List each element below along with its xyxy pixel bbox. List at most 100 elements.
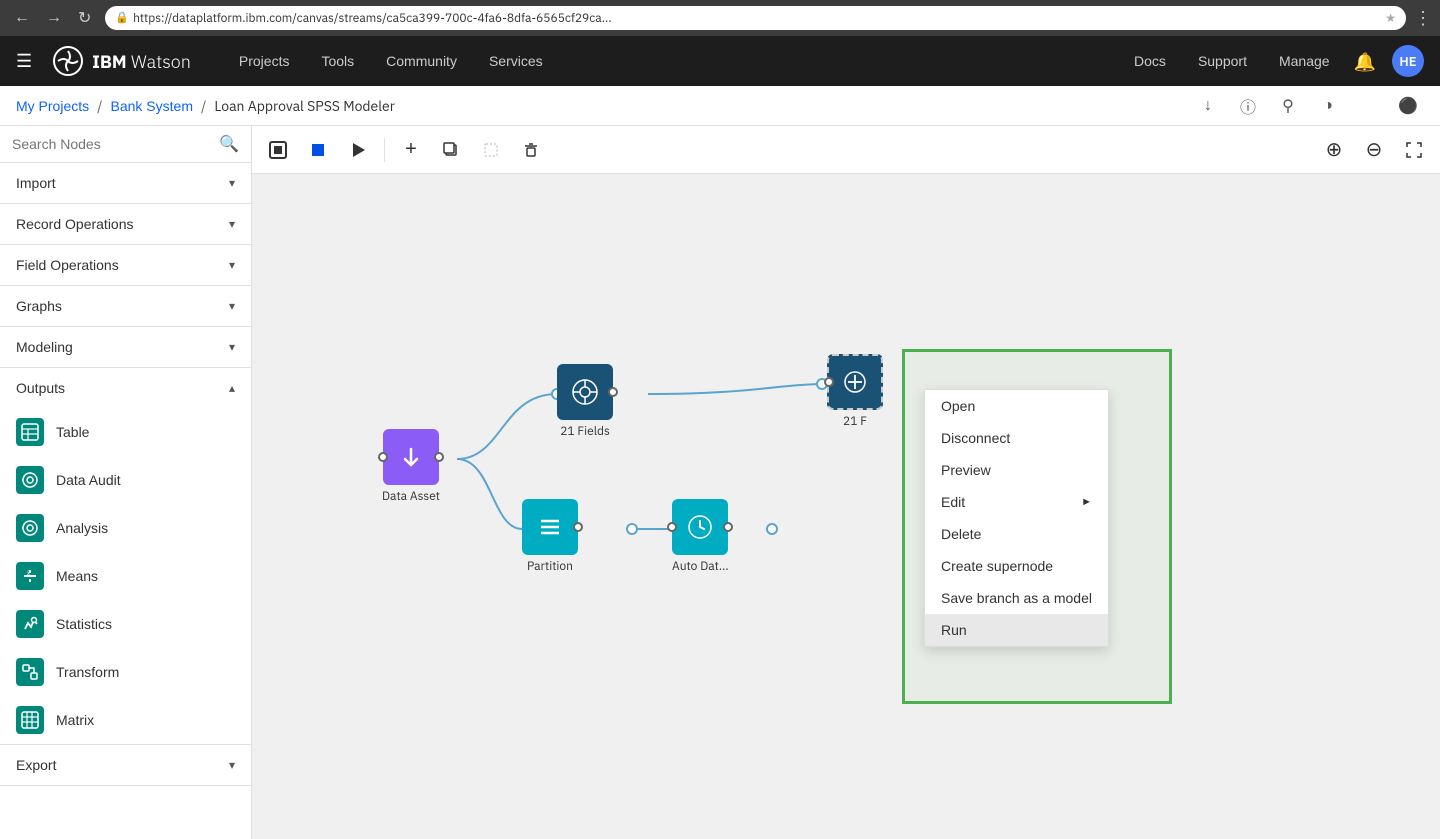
avatar[interactable]: HE [1392, 45, 1424, 77]
sidebar-section-record-ops: Record Operations ▾ [0, 204, 251, 245]
statistics-icon [16, 610, 44, 638]
sidebar: 🔍 Import ▾ Record Operations ▾ Field Ope… [0, 126, 252, 839]
sidebar-item-statistics[interactable]: Statistics [0, 600, 251, 648]
nav-support[interactable]: Support [1190, 53, 1255, 69]
sidebar-item-means[interactable]: x̄ Means [0, 552, 251, 600]
nav-links: Projects Tools Community Services [223, 36, 559, 86]
nav-services[interactable]: Services [473, 36, 559, 86]
21-fields-port-right [608, 387, 618, 397]
play-button[interactable] [340, 132, 376, 168]
node-data-asset[interactable]: Data Asset [382, 429, 440, 504]
download-button[interactable]: ↓ [1192, 90, 1224, 122]
analysis-icon [16, 514, 44, 542]
search-input[interactable] [12, 136, 211, 152]
context-menu-delete[interactable]: Delete [925, 518, 1108, 550]
sidebar-section-outputs-header[interactable]: Outputs ▴ [0, 368, 251, 408]
node-21-f-selected[interactable]: 21 F [827, 354, 883, 429]
search-button[interactable]: 🔍 [219, 134, 239, 154]
breadcrumb-current: Loan Approval SPSS Modeler [214, 97, 395, 115]
data-audit-icon [16, 466, 44, 494]
add-node-button[interactable]: + [393, 132, 429, 168]
grid-view-button[interactable]: ⁤ [1352, 90, 1384, 122]
breadcrumb-my-projects[interactable]: My Projects [16, 98, 89, 114]
sidebar-item-transform[interactable]: Transform [0, 648, 251, 696]
nav-docs[interactable]: Docs [1126, 53, 1174, 69]
statistics-label: Statistics [56, 616, 112, 632]
toolbar-separator-1 [384, 138, 385, 162]
star-icon: ★ [1385, 11, 1396, 26]
delete-button[interactable] [513, 132, 549, 168]
paste-button[interactable] [473, 132, 509, 168]
secure-icon: 🔒 [115, 11, 129, 25]
forward-button[interactable]: → [40, 6, 68, 30]
back-button[interactable]: ← [8, 6, 36, 30]
toolbar-right: ⊕ ⊖ [1316, 132, 1432, 168]
data-audit-label: Data Audit [56, 472, 121, 488]
browser-bar: ← → ↻ 🔒 https://dataplatform.ibm.com/can… [0, 0, 1440, 36]
node-21-f-selected-box[interactable] [827, 354, 883, 410]
nav-manage[interactable]: Manage [1271, 53, 1338, 69]
copy-button[interactable] [433, 132, 469, 168]
main-layout: 🔍 Import ▾ Record Operations ▾ Field Ope… [0, 126, 1440, 839]
chevron-down-icon-6: ▾ [229, 758, 235, 772]
stop-button[interactable] [300, 132, 336, 168]
reload-button[interactable]: ↻ [72, 6, 97, 30]
sidebar-section-field-ops-header[interactable]: Field Operations ▾ [0, 245, 251, 285]
sidebar-section-record-ops-header[interactable]: Record Operations ▾ [0, 204, 251, 244]
sidebar-item-analysis[interactable]: Analysis [0, 504, 251, 552]
context-menu-run[interactable]: Run [925, 614, 1108, 646]
nav-projects[interactable]: Projects [223, 36, 306, 86]
node-auto-dat-box[interactable] [672, 499, 728, 555]
node-partition-box[interactable] [522, 499, 578, 555]
matrix-label: Matrix [56, 712, 94, 728]
connections-svg [252, 174, 1440, 839]
node-data-asset-box[interactable] [383, 429, 439, 485]
partition-label: Partition [527, 559, 573, 574]
zoom-out-button[interactable]: ⊖ [1356, 132, 1392, 168]
sidebar-item-data-audit[interactable]: Data Audit [0, 456, 251, 504]
node-partition[interactable]: Partition [522, 499, 578, 574]
node-21-fields[interactable]: 21 Fields [557, 364, 613, 439]
breadcrumb-actions: ↓ ⓘ ⚲ ◑ ⁤ ⚫ [1192, 90, 1424, 122]
globe-button[interactable]: ⚫ [1392, 90, 1424, 122]
fit-button[interactable] [1396, 132, 1432, 168]
frame-button[interactable] [260, 132, 296, 168]
browser-nav-buttons: ← → ↻ [8, 6, 97, 30]
bell-icon[interactable]: 🔔 [1354, 50, 1376, 73]
breadcrumb-bank-system[interactable]: Bank System [111, 98, 193, 114]
context-menu-disconnect[interactable]: Disconnect [925, 422, 1108, 454]
node-21-fields-box[interactable] [557, 364, 613, 420]
sidebar-section-graphs-header[interactable]: Graphs ▾ [0, 286, 251, 326]
canvas-toolbar: + ⊕ ⊖ [252, 126, 1440, 174]
info-button[interactable]: ⓘ [1232, 90, 1264, 122]
context-menu-open[interactable]: Open [925, 390, 1108, 422]
address-bar[interactable]: 🔒 https://dataplatform.ibm.com/canvas/st… [105, 6, 1406, 30]
context-menu-create-supernode[interactable]: Create supernode [925, 550, 1108, 582]
search-project-button[interactable]: ⚲ [1272, 90, 1304, 122]
address-url: https://dataplatform.ibm.com/canvas/stre… [133, 11, 611, 26]
nav-community[interactable]: Community [370, 36, 473, 86]
hamburger-button[interactable]: ☰ [16, 51, 44, 72]
app-logo [52, 45, 84, 77]
chevron-down-icon-3: ▾ [229, 258, 235, 272]
matrix-icon [16, 706, 44, 734]
node-auto-dat[interactable]: Auto Dat... [672, 499, 729, 574]
sidebar-item-matrix[interactable]: Matrix [0, 696, 251, 744]
sidebar-section-import: Import ▾ [0, 163, 251, 204]
sidebar-section-import-header[interactable]: Import ▾ [0, 163, 251, 203]
extensions-button[interactable]: ⋮ [1414, 8, 1432, 29]
context-menu-preview[interactable]: Preview [925, 454, 1108, 486]
context-menu-edit[interactable]: Edit ► [925, 486, 1108, 518]
21-f-port-left [824, 377, 834, 387]
21-f-label: 21 F [843, 414, 867, 429]
sidebar-section-modeling-header[interactable]: Modeling ▾ [0, 327, 251, 367]
sidebar-item-table[interactable]: Table [0, 408, 251, 456]
sidebar-section-export-header[interactable]: Export ▾ [0, 745, 251, 785]
canvas-area[interactable]: Data Asset 21 Fields [252, 174, 1440, 839]
zoom-in-button[interactable]: ⊕ [1316, 132, 1352, 168]
context-menu-save-branch[interactable]: Save branch as a model [925, 582, 1108, 614]
chevron-up-icon: ▴ [229, 381, 235, 395]
view-button[interactable]: ◑ [1312, 90, 1344, 122]
canvas-container: + ⊕ ⊖ [252, 126, 1440, 839]
nav-tools[interactable]: Tools [305, 36, 370, 86]
